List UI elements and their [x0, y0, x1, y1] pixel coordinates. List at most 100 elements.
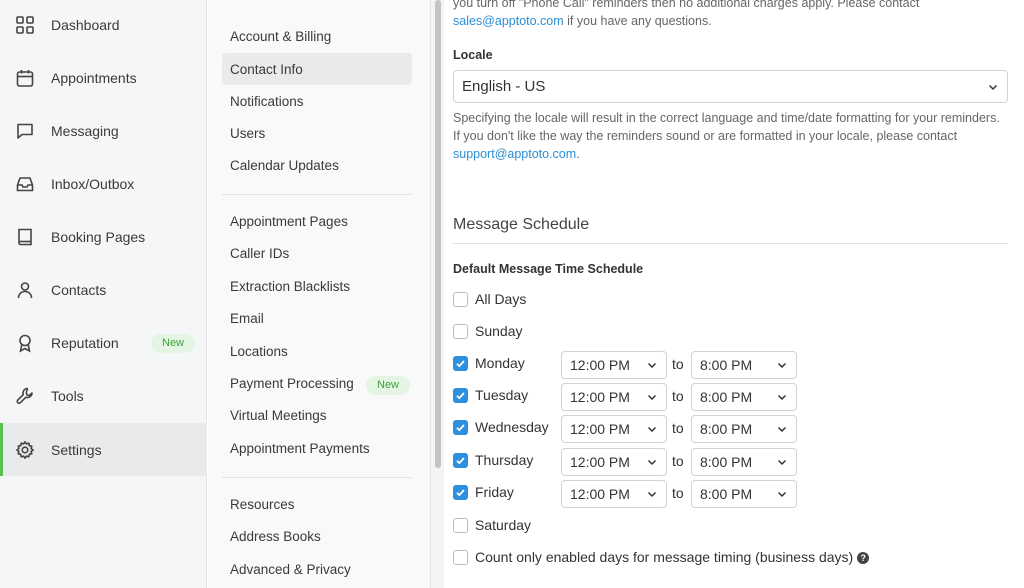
locale-select[interactable]: English - US: [453, 70, 1008, 103]
help-line-end: .: [576, 147, 580, 161]
locale-help-text: Specifying the locale will result in the…: [453, 109, 1013, 163]
nav-item-booking-pages[interactable]: Booking Pages: [0, 210, 207, 263]
wednesday-start-time-select[interactable]: 12:00 PM: [561, 415, 667, 443]
submenu-item-virtual-meetings[interactable]: Virtual Meetings: [222, 399, 412, 431]
tuesday-start-time-select[interactable]: 12:00 PM: [561, 383, 667, 411]
monday-start-time-select[interactable]: 12:00 PM: [561, 351, 667, 379]
submenu-item-email[interactable]: Email: [222, 302, 412, 334]
friday-end-time-select[interactable]: 8:00 PM: [691, 480, 797, 508]
checkmark-icon: [456, 360, 465, 368]
question-help-icon[interactable]: ?: [857, 552, 870, 564]
settings-submenu: Account & Billing Contact Info Notificat…: [208, 0, 430, 588]
day-label: Tuesday: [475, 387, 529, 403]
wednesday-checkbox[interactable]: [453, 420, 468, 435]
submenu-scrollbar[interactable]: [430, 0, 444, 588]
saturday-checkbox[interactable]: [453, 518, 468, 533]
day-row-friday: Friday 12:00 PM to 8:00 PM: [453, 480, 1013, 508]
monday-end-time-select[interactable]: 8:00 PM: [691, 351, 797, 379]
thursday-end-time-select[interactable]: 8:00 PM: [691, 448, 797, 476]
phone-call-charges-note: you turn off "Phone Call" reminders then…: [453, 0, 1013, 30]
time-value: 8:00 PM: [700, 389, 753, 405]
nav-item-appointments[interactable]: Appointments: [0, 51, 207, 104]
day-label: Sunday: [475, 323, 523, 339]
note-line: you turn off "Phone Call" reminders then…: [453, 0, 920, 10]
submenu-item-address-books[interactable]: Address Books: [222, 520, 412, 552]
nav-item-messaging[interactable]: Messaging: [0, 104, 207, 157]
checkmark-icon: [456, 424, 465, 432]
monday-checkbox[interactable]: [453, 356, 468, 371]
day-row-monday: Monday 12:00 PM to 8:00 PM: [453, 351, 1013, 379]
submenu-item-users[interactable]: Users: [222, 117, 412, 149]
time-value: 12:00 PM: [570, 389, 630, 405]
day-label: Wednesday: [475, 419, 549, 435]
chevron-down-icon: [647, 362, 657, 369]
submenu-item-payment-processing[interactable]: Payment Processing New: [222, 367, 412, 399]
dashboard-grid-icon: [15, 15, 35, 35]
submenu-item-extraction-blacklists[interactable]: Extraction Blacklists: [222, 270, 412, 302]
chevron-down-icon: [647, 459, 657, 466]
time-value: 8:00 PM: [700, 486, 753, 502]
contact-info-content: you turn off "Phone Call" reminders then…: [444, 0, 1024, 588]
book-icon: [15, 227, 35, 247]
chevron-down-icon: [777, 491, 787, 498]
sales-email-link[interactable]: sales@apptoto.com: [453, 14, 564, 28]
tuesday-end-time-select[interactable]: 8:00 PM: [691, 383, 797, 411]
default-schedule-label: Default Message Time Schedule: [453, 262, 644, 276]
nav-item-tools[interactable]: Tools: [0, 369, 207, 422]
nav-label: Dashboard: [51, 16, 120, 33]
business-days-label: Count only enabled days for message timi…: [475, 549, 854, 565]
business-days-checkbox[interactable]: [453, 550, 468, 565]
locale-label: Locale: [453, 48, 493, 62]
nav-item-dashboard[interactable]: Dashboard: [0, 0, 207, 51]
thursday-checkbox[interactable]: [453, 453, 468, 468]
wrench-icon: [15, 386, 35, 406]
to-label: to: [672, 485, 684, 501]
submenu-divider: [222, 194, 412, 195]
friday-checkbox[interactable]: [453, 485, 468, 500]
to-label: to: [672, 420, 684, 436]
submenu-item-contact-info[interactable]: Contact Info: [222, 53, 412, 85]
nav-item-reputation[interactable]: Reputation New: [0, 316, 207, 369]
new-badge: New: [151, 334, 196, 353]
sunday-checkbox[interactable]: [453, 324, 468, 339]
chevron-down-icon: [777, 426, 787, 433]
chevron-down-icon: [647, 426, 657, 433]
day-row-all-days: All Days: [453, 287, 1013, 313]
submenu-item-appointment-payments[interactable]: Appointment Payments: [222, 432, 412, 464]
chat-bubble-icon: [15, 121, 35, 141]
nav-label: Messaging: [51, 122, 119, 139]
nav-item-contacts[interactable]: Contacts: [0, 263, 207, 316]
time-value: 8:00 PM: [700, 357, 753, 373]
to-label: to: [672, 356, 684, 372]
friday-start-time-select[interactable]: 12:00 PM: [561, 480, 667, 508]
all-days-checkbox[interactable]: [453, 292, 468, 307]
submenu-item-appointment-pages[interactable]: Appointment Pages: [222, 205, 412, 237]
submenu-item-locations[interactable]: Locations: [222, 335, 412, 367]
day-label: Monday: [475, 355, 525, 371]
wednesday-end-time-select[interactable]: 8:00 PM: [691, 415, 797, 443]
submenu-item-advanced-privacy[interactable]: Advanced & Privacy: [222, 553, 412, 585]
locale-selected-value: English - US: [462, 78, 546, 95]
thursday-start-time-select[interactable]: 12:00 PM: [561, 448, 667, 476]
day-label: Thursday: [475, 452, 534, 468]
award-ribbon-icon: [15, 333, 35, 353]
submenu-item-calendar-updates[interactable]: Calendar Updates: [222, 149, 412, 181]
nav-item-inbox-outbox[interactable]: Inbox/Outbox: [0, 157, 207, 210]
submenu-item-notifications[interactable]: Notifications: [222, 85, 412, 117]
checkmark-icon: [456, 489, 465, 497]
submenu-item-account-billing[interactable]: Account & Billing: [222, 20, 412, 52]
submenu-item-caller-ids[interactable]: Caller IDs: [222, 237, 412, 269]
nav-item-settings[interactable]: Settings: [0, 423, 207, 476]
person-icon: [15, 280, 35, 300]
support-email-link[interactable]: support@apptoto.com: [453, 147, 576, 161]
gear-icon: [15, 440, 35, 460]
nav-label: Settings: [51, 441, 102, 458]
inbox-tray-icon: [15, 174, 35, 194]
scrollbar-thumb[interactable]: [435, 0, 441, 468]
tuesday-checkbox[interactable]: [453, 388, 468, 403]
submenu-item-resources[interactable]: Resources: [222, 488, 412, 520]
new-badge: New: [366, 376, 411, 395]
note-line-end: if you have any questions.: [563, 14, 712, 28]
day-row-thursday: Thursday 12:00 PM to 8:00 PM: [453, 448, 1013, 476]
help-line: If you don't like the way the reminders …: [453, 129, 958, 143]
